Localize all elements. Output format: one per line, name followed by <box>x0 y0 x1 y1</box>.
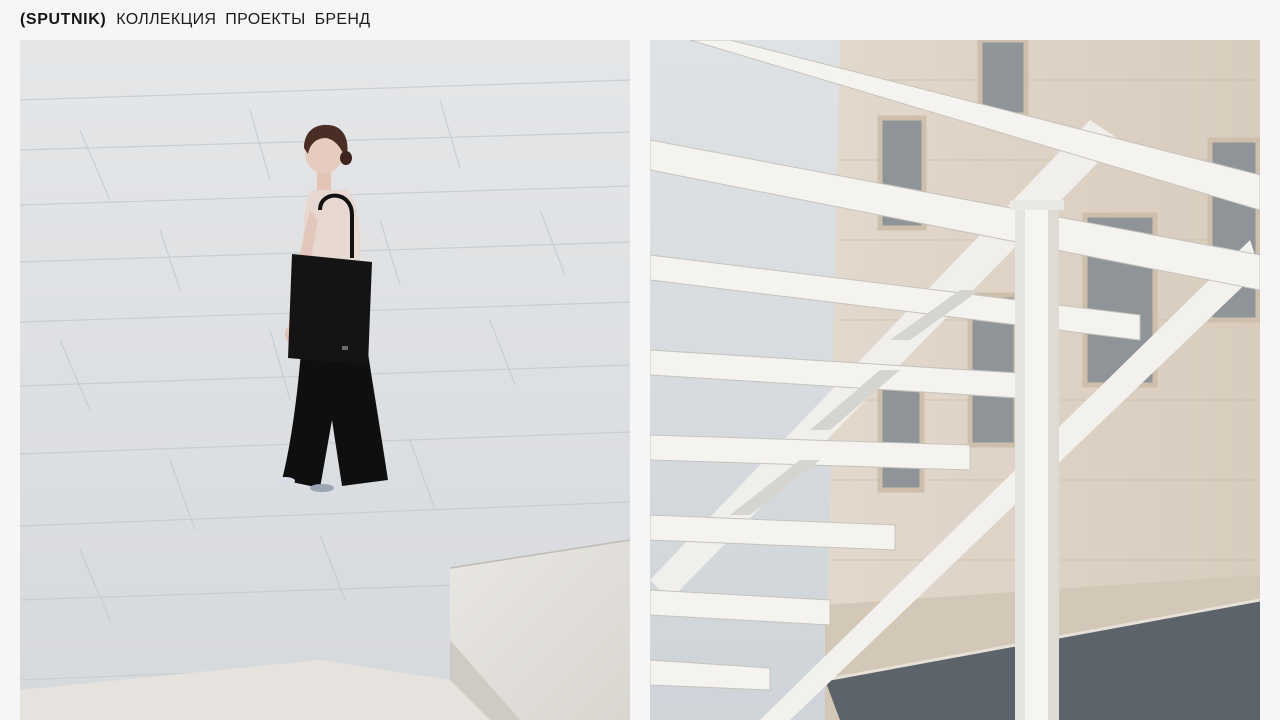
architecture-photo-illustration <box>650 40 1260 720</box>
gallery-image-model[interactable] <box>20 40 630 720</box>
model-photo-illustration <box>20 40 630 720</box>
logo-link[interactable]: (SPUTNIK) <box>20 11 106 29</box>
nav-item-brand[interactable]: БРЕНД <box>315 11 371 29</box>
site-header: (SPUTNIK) КОЛЛЕКЦИЯ ПРОЕКТЫ БРЕНД <box>20 8 370 32</box>
nav-item-collection[interactable]: КОЛЛЕКЦИЯ <box>116 11 216 29</box>
main-nav: КОЛЛЕКЦИЯ ПРОЕКТЫ БРЕНД <box>116 11 370 29</box>
nav-item-projects[interactable]: ПРОЕКТЫ <box>225 11 305 29</box>
gallery-image-architecture[interactable] <box>650 40 1260 720</box>
